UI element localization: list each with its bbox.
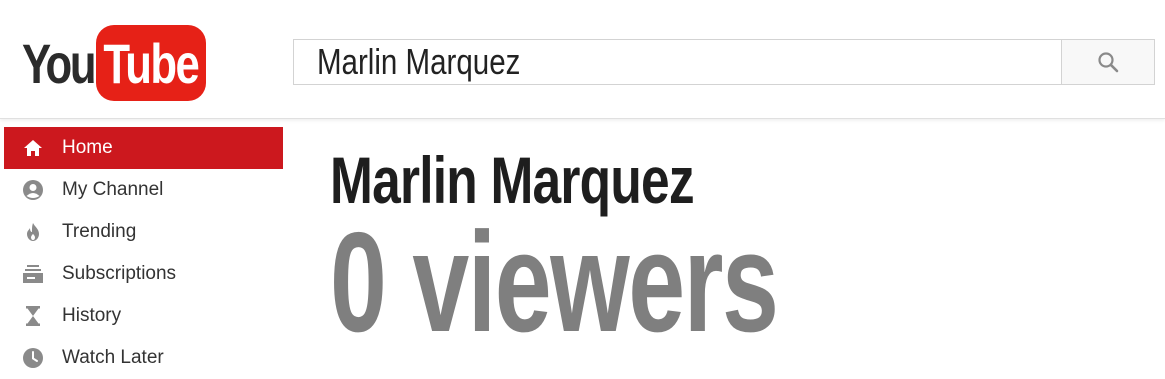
search-input[interactable] xyxy=(294,40,923,84)
logo-you-text: You xyxy=(22,31,97,95)
sidebar-item-watch-later[interactable]: Watch Later xyxy=(0,337,283,379)
search-bar xyxy=(293,39,1155,85)
masthead: You Tube xyxy=(0,0,1165,119)
sidebar-item-label: Watch Later xyxy=(62,347,164,368)
sidebar-item-label: Subscriptions xyxy=(62,263,177,284)
viewer-count: 0 viewers xyxy=(330,203,779,362)
sidebar-item-label: History xyxy=(62,305,122,326)
sidebar-item-home[interactable]: Home xyxy=(4,127,283,169)
account-icon xyxy=(22,179,44,201)
sidebar-item-subscriptions[interactable]: Subscriptions xyxy=(0,253,283,295)
search-button[interactable] xyxy=(1061,40,1154,84)
logo-tube-text: Tube xyxy=(103,31,200,95)
logo-tube-badge: Tube xyxy=(96,25,206,101)
sidebar-item-history[interactable]: History xyxy=(0,295,283,337)
sidebar-item-label: Trending xyxy=(62,221,137,242)
hourglass-icon xyxy=(22,305,44,327)
search-icon xyxy=(1098,52,1119,73)
sidebar-item-my-channel[interactable]: My Channel xyxy=(0,169,283,211)
home-icon xyxy=(22,137,44,159)
sidebar-item-trending[interactable]: Trending xyxy=(0,211,283,253)
sidebar: Home My Channel Trending Subscriptions H… xyxy=(0,127,283,379)
sidebar-item-label: Home xyxy=(62,137,113,158)
subscriptions-icon xyxy=(22,263,44,285)
youtube-logo[interactable]: You Tube xyxy=(22,24,206,102)
sidebar-item-label: My Channel xyxy=(62,179,164,200)
flame-icon xyxy=(22,221,44,243)
clock-icon xyxy=(22,347,44,369)
